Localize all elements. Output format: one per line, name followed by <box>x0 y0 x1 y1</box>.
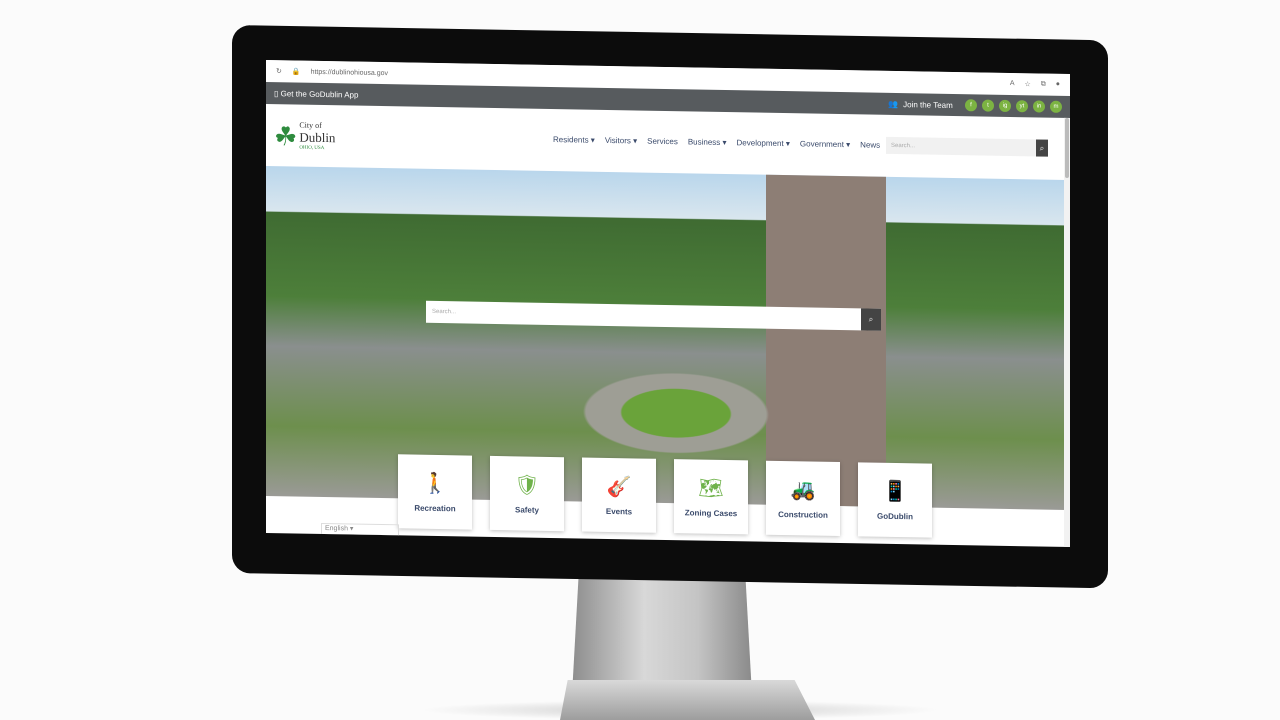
header-search-input[interactable]: Search... ⌕ <box>886 136 1048 157</box>
monitor-stand <box>572 565 752 695</box>
nav-services[interactable]: Services <box>647 137 678 147</box>
city-logo[interactable]: ☘ City of Dublin OHIO, USA <box>274 120 336 152</box>
walking-icon: 🚶 <box>422 472 448 496</box>
tile-recreation[interactable]: 🚶 Recreation <box>398 454 472 530</box>
shield-icon: 🛡 <box>514 474 540 497</box>
logo-line3: OHIO, USA <box>299 145 325 152</box>
tile-events[interactable]: 🎸 Events <box>582 457 656 533</box>
shamrock-icon: ☘ <box>274 122 298 152</box>
reload-icon[interactable]: ↻ <box>276 67 282 75</box>
team-icon: 👥 <box>888 99 899 109</box>
tile-zoning-cases[interactable]: 🗺 Zoning Cases <box>674 459 748 535</box>
facebook-icon[interactable]: f <box>965 99 977 112</box>
tile-label: Safety <box>514 505 539 515</box>
youtube-icon[interactable]: yt <box>1016 100 1028 113</box>
map-pin-icon: 🗺 <box>698 477 724 500</box>
bulldozer-icon: 🚜 <box>790 479 816 502</box>
search-icon[interactable]: ⌕ <box>861 308 881 331</box>
guitar-icon: 🎸 <box>606 475 632 499</box>
nav-business[interactable]: Business ▾ <box>688 137 727 147</box>
scrollbar[interactable] <box>1064 117 1070 548</box>
linkedin-icon[interactable]: in <box>1033 100 1045 113</box>
hero-search-input[interactable]: Search... ⌕ <box>426 300 881 331</box>
tile-label: Events <box>605 506 633 517</box>
tile-construction[interactable]: 🚜 Construction <box>766 460 840 537</box>
mail-icon[interactable]: m <box>1050 100 1062 113</box>
tile-label: Recreation <box>414 503 456 514</box>
phone-icon: 📱 <box>882 480 908 504</box>
twitter-icon[interactable]: t <box>982 99 994 112</box>
nav-development[interactable]: Development ▾ <box>737 138 790 148</box>
tile-safety[interactable]: 🛡 Safety <box>490 455 564 532</box>
tile-godublin[interactable]: 📱 GoDublin <box>858 462 932 538</box>
get-app-link[interactable]: Get the GoDublin App <box>281 89 359 99</box>
monitor-base <box>560 680 815 720</box>
nav-government[interactable]: Government ▾ <box>800 139 850 149</box>
language-value: English <box>325 525 348 533</box>
nav-visitors[interactable]: Visitors ▾ <box>605 136 637 146</box>
extensions-icon[interactable]: ⧉ <box>1041 81 1046 89</box>
tile-label: Zoning Cases <box>684 508 738 519</box>
profile-icon[interactable]: ● <box>1056 81 1060 89</box>
favorite-icon[interactable]: ☆ <box>1024 80 1030 88</box>
quick-links: 🚶 Recreation 🛡 Safety 🎸 Events 🗺 Zoning Case… <box>398 454 932 538</box>
nav-residents[interactable]: Residents ▾ <box>553 135 595 145</box>
tile-label: Construction <box>778 509 828 520</box>
scrollbar-thumb[interactable] <box>1065 117 1069 179</box>
address-bar[interactable]: https://dublinohiousa.gov <box>311 68 388 76</box>
lock-icon: 🔒 <box>291 68 301 76</box>
phone-icon: ▯ <box>274 88 281 98</box>
header-search-placeholder: Search... <box>891 142 916 149</box>
nav-news[interactable]: News <box>860 140 880 149</box>
logo-line2: Dublin <box>299 129 336 146</box>
join-team-link[interactable]: Join the Team <box>903 100 953 110</box>
main-nav: Residents ▾ Visitors ▾ Services Business… <box>553 135 880 150</box>
tile-label: GoDublin <box>877 511 913 522</box>
read-aloud-icon[interactable]: A <box>1010 80 1015 88</box>
instagram-icon[interactable]: ig <box>999 99 1011 113</box>
monitor-screen: ↻ 🔒 https://dublinohiousa.gov A ☆ ⧉ ● ▯ Get… <box>266 60 1070 548</box>
search-icon[interactable]: ⌕ <box>1036 139 1048 157</box>
hero-search-placeholder: Search... <box>432 308 457 316</box>
